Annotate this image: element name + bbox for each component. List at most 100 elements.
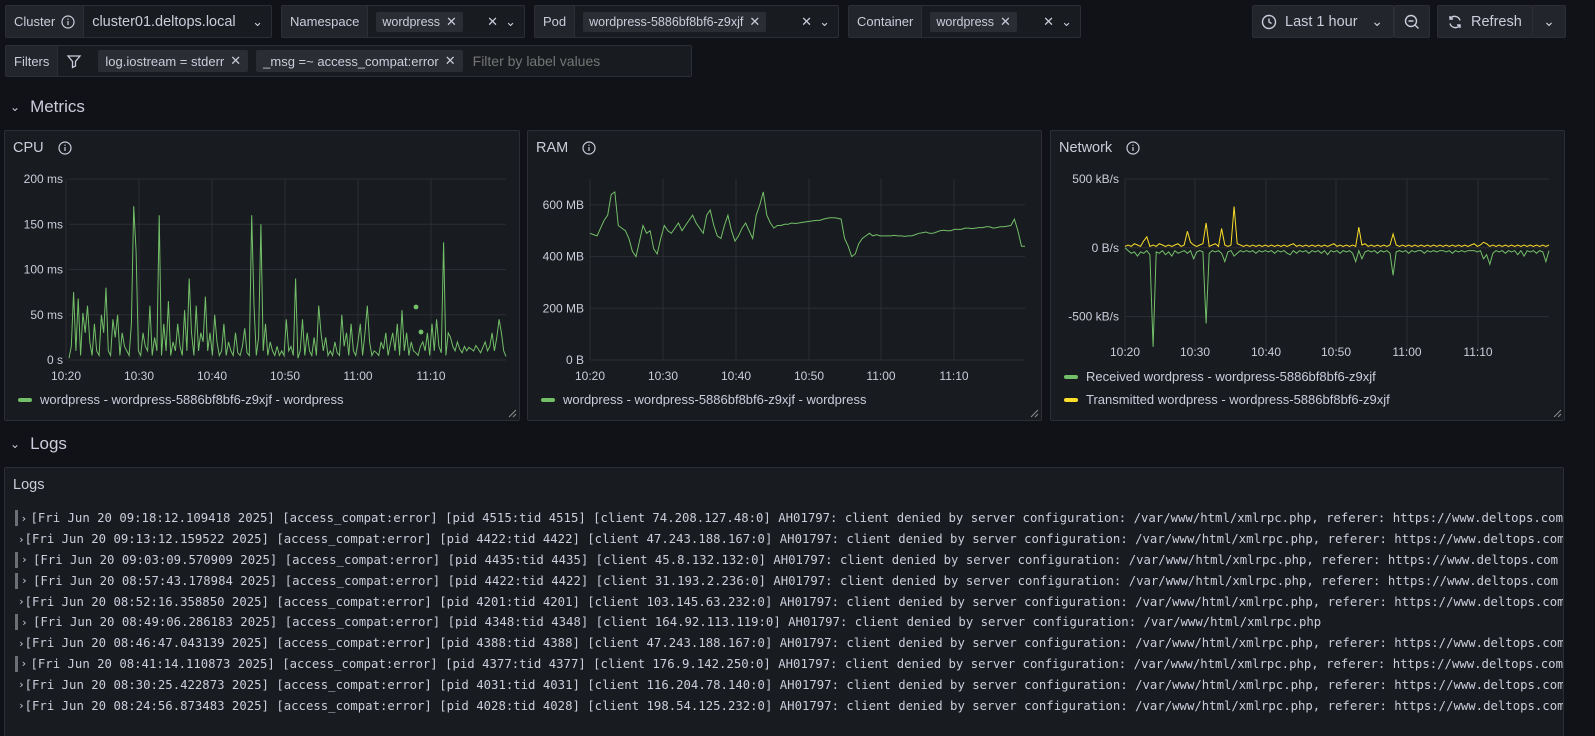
log-message: [Fri Jun 20 08:52:16.358850 2025] [acces… <box>24 594 1564 609</box>
logs-section-header[interactable]: ⌄ Logs <box>10 434 67 454</box>
chevron-right-icon[interactable]: › <box>18 637 25 650</box>
filter-input[interactable] <box>472 53 673 69</box>
log-message: [Fri Jun 20 08:57:43.178984 2025] [acces… <box>33 573 1559 588</box>
time-range-picker[interactable]: Last 1 hour ⌄ <box>1252 5 1394 38</box>
network-legend-received[interactable]: Received wordpress - wordpress-5886bf8bf… <box>1064 369 1376 384</box>
x-tick-label: 11:00 <box>866 369 895 383</box>
metrics-section-header[interactable]: ⌄ Metrics <box>10 97 85 117</box>
filters-bar: Filters log.iostream = stderr ✕ _msg =~ a… <box>5 45 692 77</box>
cpu-chart[interactable]: 200 ms 150 ms 100 ms 50 ms 0 s 10:20 10:30 10:4… <box>5 161 521 421</box>
remove-chip-icon[interactable]: ✕ <box>749 14 760 30</box>
container-chip: wordpress ✕ <box>930 11 1017 32</box>
series-line-1[interactable] <box>68 206 507 359</box>
y-tick-label: 150 ms <box>24 217 63 231</box>
clear-icon[interactable]: ✕ <box>487 14 498 30</box>
pod-chip: wordpress-5886bf8bf6-z9xjf ✕ <box>583 11 767 32</box>
log-row[interactable]: › [Fri Jun 20 08:30:25.422873 2025] [acce… <box>5 674 1563 695</box>
remove-chip-icon[interactable]: ✕ <box>446 14 457 30</box>
log-message: [Fri Jun 20 08:30:25.422873 2025] [acces… <box>24 677 1564 692</box>
y-tick-label: 0 B <box>566 353 584 367</box>
x-tick-label: 10:50 <box>1321 345 1351 359</box>
y-tick-label: 0 s <box>47 353 63 367</box>
chevron-right-icon[interactable]: › <box>21 657 31 670</box>
log-row[interactable]: › [Fri Jun 20 08:52:16.358850 2025] [acce… <box>5 591 1563 612</box>
x-tick-label: 10:20 <box>1110 345 1140 359</box>
chevron-right-icon[interactable]: › <box>18 678 25 691</box>
log-row[interactable]: › [Fri Jun 20 08:57:43.178984 2025] [acce… <box>5 570 1563 591</box>
log-row[interactable]: › [Fri Jun 20 08:41:14.110873 2025] [acce… <box>5 654 1563 675</box>
remove-chip-icon[interactable]: ✕ <box>1000 14 1011 30</box>
log-row[interactable]: › [Fri Jun 20 09:13:12.159522 2025] [acce… <box>5 529 1563 550</box>
remove-chip-icon[interactable]: ✕ <box>230 53 241 69</box>
zoom-out-icon <box>1404 14 1419 29</box>
chevron-down-icon: ⌄ <box>819 14 830 29</box>
ram-legend[interactable]: wordpress - wordpress-5886bf8bf6-z9xjf -… <box>541 392 866 407</box>
info-icon[interactable] <box>61 14 75 29</box>
namespace-variable: Namespace wordpress ✕ ✕ ⌄ <box>281 5 525 38</box>
log-level-indicator <box>15 572 18 589</box>
cluster-variable: Cluster cluster01.deltops.local ⌄ <box>5 5 272 38</box>
chevron-down-icon: ⌄ <box>505 14 516 29</box>
log-row[interactable]: › [Fri Jun 20 08:24:56.873483 2025] [acce… <box>5 695 1563 716</box>
series-line-1[interactable] <box>1124 247 1550 347</box>
log-level-indicator <box>15 510 18 527</box>
pod-label: Pod <box>535 6 576 37</box>
x-tick-label: 10:30 <box>124 369 154 383</box>
filters-input-area[interactable]: log.iostream = stderr ✕ _msg =~ access_co… <box>58 46 691 76</box>
chevron-right-icon[interactable]: › <box>18 533 25 546</box>
remove-chip-icon[interactable]: ✕ <box>445 53 456 69</box>
ram-chart[interactable]: 600 MB 400 MB 200 MB 0 B 10:20 10:30 10:40 10:5… <box>528 161 1043 421</box>
y-tick-label: 200 ms <box>24 172 63 186</box>
log-row[interactable]: › [Fri Jun 20 09:18:12.109418 2025] [acce… <box>5 508 1563 529</box>
namespace-chip: wordpress ✕ <box>376 11 463 32</box>
x-tick-label: 10:40 <box>1251 345 1281 359</box>
chevron-right-icon[interactable]: › <box>18 699 25 712</box>
panel-title: Network <box>1059 140 1140 156</box>
container-select[interactable]: wordpress ✕ ✕ ⌄ <box>922 6 1080 37</box>
chevron-right-icon[interactable]: › <box>21 553 33 566</box>
filter-chip: log.iostream = stderr ✕ <box>98 50 249 72</box>
zoom-out-button[interactable] <box>1394 5 1430 38</box>
resize-handle-icon[interactable] <box>1029 408 1039 418</box>
log-row[interactable]: › [Fri Jun 20 08:49:06.286183 2025] [acce… <box>5 612 1563 633</box>
series-line-2[interactable] <box>1124 206 1550 248</box>
x-tick-label: 10:50 <box>270 369 300 383</box>
chevron-right-icon[interactable]: › <box>21 616 33 629</box>
resize-handle-icon[interactable] <box>1552 408 1562 418</box>
cluster-select[interactable]: cluster01.deltops.local ⌄ <box>84 6 271 37</box>
log-row[interactable]: › [Fri Jun 20 08:46:47.043139 2025] [acce… <box>5 633 1563 654</box>
log-level-indicator <box>15 614 18 631</box>
refresh-button[interactable]: Refresh <box>1437 5 1533 38</box>
refresh-interval-dropdown[interactable]: ⌄ <box>1532 5 1566 38</box>
network-legend-transmitted[interactable]: Transmitted wordpress - wordpress-5886bf… <box>1064 392 1390 407</box>
clear-icon[interactable]: ✕ <box>801 14 812 30</box>
chevron-right-icon[interactable]: › <box>21 574 33 587</box>
log-level-indicator <box>15 551 18 568</box>
info-icon[interactable] <box>582 141 596 155</box>
clear-icon[interactable]: ✕ <box>1043 14 1054 30</box>
cpu-legend[interactable]: wordpress - wordpress-5886bf8bf6-z9xjf -… <box>18 392 343 407</box>
x-tick-label: 11:10 <box>1463 345 1492 359</box>
y-tick-label: 400 MB <box>543 250 584 264</box>
clock-icon <box>1261 14 1277 29</box>
y-tick-label: 600 MB <box>543 198 584 212</box>
x-tick-label: 10:50 <box>794 369 824 383</box>
legend-swatch <box>1064 374 1078 379</box>
data-point[interactable] <box>413 304 419 310</box>
data-point[interactable] <box>418 329 424 335</box>
cluster-label: Cluster <box>6 6 85 37</box>
resize-handle-icon[interactable] <box>507 408 517 418</box>
log-row[interactable]: › [Fri Jun 20 09:03:09.570909 2025] [acce… <box>5 550 1563 571</box>
namespace-select[interactable]: wordpress ✕ ✕ ⌄ <box>368 6 524 37</box>
chevron-right-icon[interactable]: › <box>21 512 31 525</box>
pod-select[interactable]: wordpress-5886bf8bf6-z9xjf ✕ ✕ ⌄ <box>575 6 838 37</box>
info-icon[interactable] <box>58 141 72 155</box>
y-tick-label: 200 MB <box>543 301 584 315</box>
chevron-right-icon[interactable]: › <box>18 595 25 608</box>
network-panel: Network 500 kB/s 0 B/s -500 kB/s 10:20 10:30… <box>1050 130 1565 421</box>
series-line-1[interactable] <box>589 190 1025 258</box>
namespace-label: Namespace <box>282 6 369 37</box>
filter-chip: _msg =~ access_compat:error ✕ <box>256 50 463 72</box>
network-chart[interactable]: 500 kB/s 0 B/s -500 kB/s 10:20 10:30 10:40 10:… <box>1051 161 1566 396</box>
info-icon[interactable] <box>1126 141 1140 155</box>
